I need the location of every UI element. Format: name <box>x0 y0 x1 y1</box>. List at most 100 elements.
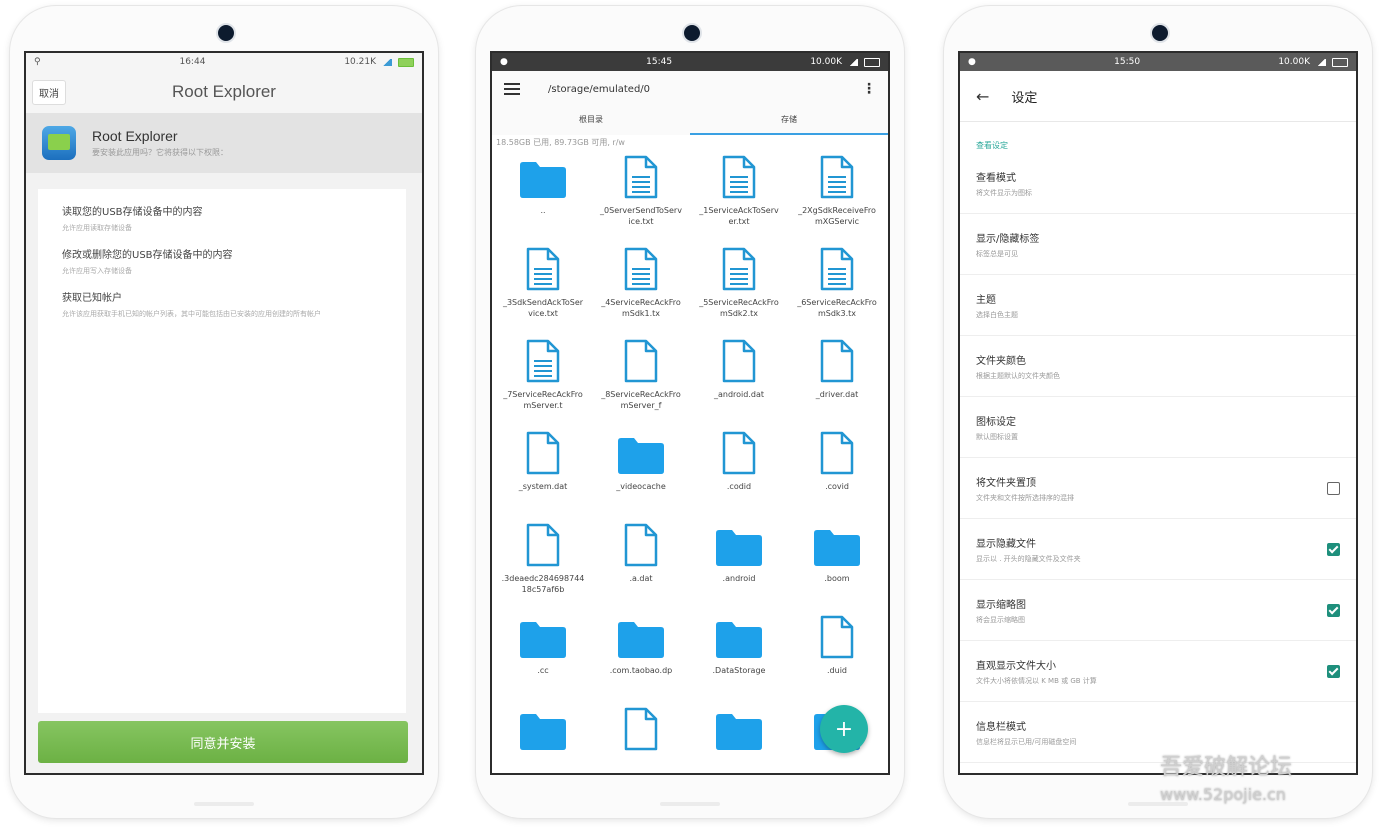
checkbox-checked[interactable] <box>1327 664 1340 678</box>
setting-subtitle: 将会显示缩略图 <box>976 615 1025 624</box>
checkbox-checked[interactable] <box>1327 542 1340 556</box>
text-file-icon <box>623 153 659 199</box>
add-fab-button[interactable]: + <box>820 705 868 753</box>
file-item[interactable]: _system.dat <box>494 427 592 519</box>
setting-text: 将文件夹置顶 文件夹和文件按所选排序的混排 <box>976 474 1327 503</box>
permission-desc: 允许该应用获取手机已知的帐户列表，其中可能包括由已安装的应用创建的所有帐户 <box>62 310 321 318</box>
file-name: _6ServiceRecAckFromSdk3.tx <box>797 298 877 318</box>
file-item[interactable]: .covid <box>788 427 886 519</box>
setting-row[interactable]: 图标设定默认图标设置 <box>960 397 1356 458</box>
setting-text: 主题 选择白色主题 <box>976 291 1340 320</box>
file-item[interactable]: _7ServiceRecAckFromServer.t <box>494 335 592 427</box>
folder-item[interactable]: _videocache <box>592 427 690 519</box>
file-name: _system.dat <box>518 482 568 491</box>
watermark-title: 吾爱破解论坛 <box>1160 755 1293 780</box>
setting-row[interactable]: 直观显示文件大小 文件大小将依情况以 K MB 或 GB 计算 <box>960 641 1356 702</box>
page-title: Root Explorer <box>172 82 276 101</box>
file-item[interactable]: .duid <box>788 611 886 703</box>
status-indicators: 10.00K <box>1278 57 1348 67</box>
file-name: _0ServerSendToService.txt <box>600 206 682 226</box>
permissions-list: 读取您的USB存储设备中的内容 允许应用读取存储设备 修改或删除您的USB存储设… <box>38 189 406 713</box>
overflow-menu-icon[interactable]: ⋮ <box>862 81 876 97</box>
file-icon <box>819 429 855 475</box>
text-file-icon <box>525 245 561 291</box>
folder-item[interactable]: .android <box>690 519 788 611</box>
camera-icon <box>1150 23 1170 43</box>
home-indicator <box>194 802 254 806</box>
signal-icon <box>1316 58 1326 66</box>
folder-item[interactable]: .. <box>494 151 592 243</box>
install-button[interactable]: 同意并安装 <box>38 721 408 763</box>
file-item[interactable]: _8ServiceRecAckFromServer_f <box>592 335 690 427</box>
file-item[interactable]: _android.dat <box>690 335 788 427</box>
phone-file-browser: ● 15:45 10.00K /storage/emulated/0 ⋮ 根目录… <box>476 6 904 818</box>
checkbox-checked[interactable] <box>1327 603 1340 617</box>
tab-storage[interactable]: 存储 <box>690 107 888 135</box>
folder-item[interactable]: .cc <box>494 611 592 703</box>
folder-icon <box>616 429 666 475</box>
folder-item[interactable]: .DataStorage <box>690 611 788 703</box>
file-icon <box>721 337 757 383</box>
signal-icon <box>381 58 392 66</box>
setting-title: 图标设定 <box>976 416 1016 428</box>
file-item[interactable]: _2XgSdkReceiveFromXGServic <box>788 151 886 243</box>
setting-row[interactable]: 显示缩略图 将会显示缩略图 <box>960 580 1356 641</box>
checkbox-unchecked[interactable] <box>1327 481 1340 495</box>
file-item[interactable]: _1ServiceAckToServer.txt <box>690 151 788 243</box>
back-arrow-icon[interactable]: ← <box>976 87 989 106</box>
setting-text: 显示/隐藏标签 标签总是可见 <box>976 230 1340 259</box>
file-item[interactable]: _4ServiceRecAckFromSdk1.tx <box>592 243 690 335</box>
setting-row[interactable]: 将文件夹置顶 文件夹和文件按所选排序的混排 <box>960 458 1356 519</box>
phone-settings: ● 15:50 10.00K ← 设定 查看设定 查看模式 将文件显示为图标 显示/… <box>944 6 1372 818</box>
setting-subtitle: 信息栏将显示已用/可用磁盘空间 <box>976 737 1077 746</box>
setting-text: 直观显示文件大小 文件大小将依情况以 K MB 或 GB 计算 <box>976 657 1327 686</box>
setting-subtitle: 根据主题默认的文件夹颜色 <box>976 371 1060 380</box>
folder-item[interactable] <box>690 703 788 773</box>
setting-row[interactable]: 显示/隐藏标签 标签总是可见 <box>960 214 1356 275</box>
setting-title: 显示隐藏文件 <box>976 538 1036 550</box>
setting-row[interactable]: 查看模式 将文件显示为图标 <box>960 153 1356 214</box>
folder-item[interactable] <box>494 703 592 773</box>
text-file-icon <box>721 245 757 291</box>
file-name: _videocache <box>616 482 666 491</box>
signal-icon <box>848 58 858 66</box>
file-icon <box>623 337 659 383</box>
hamburger-menu-icon[interactable] <box>504 83 520 95</box>
folder-item[interactable]: .boom <box>788 519 886 611</box>
file-icon <box>623 705 659 751</box>
setting-row[interactable]: 主题 选择白色主题 <box>960 275 1356 336</box>
file-item[interactable] <box>592 703 690 773</box>
file-icon <box>525 429 561 475</box>
setting-subtitle: 默认图标设置 <box>976 432 1018 441</box>
file-item[interactable]: _5ServiceRecAckFromSdk2.tx <box>690 243 788 335</box>
setting-row[interactable]: 文件夹颜色 根据主题默认的文件夹颜色 <box>960 336 1356 397</box>
watermark: 吾爱破解论坛 www.52pojie.cn <box>1160 752 1370 806</box>
folder-item[interactable]: .com.taobao.dp <box>592 611 690 703</box>
cancel-button[interactable]: 取消 <box>32 80 66 105</box>
file-item[interactable]: _6ServiceRecAckFromSdk3.tx <box>788 243 886 335</box>
text-file-icon <box>819 245 855 291</box>
file-item[interactable]: .3deaedc28469874418c57af6b <box>494 519 592 611</box>
status-bar: ⚲ 16:44 10.21K <box>26 53 422 71</box>
battery-icon <box>397 57 414 67</box>
battery-icon <box>1332 57 1348 67</box>
setting-text: 信息栏模式 信息栏将显示已用/可用磁盘空间 <box>976 718 1340 747</box>
app-name: Root Explorer <box>92 128 178 144</box>
file-item[interactable]: _3SdkSendAckToService.txt <box>494 243 592 335</box>
file-item[interactable]: .a.dat <box>592 519 690 611</box>
file-item[interactable]: .codid <box>690 427 788 519</box>
status-bar: ● 15:50 10.00K <box>960 53 1356 71</box>
permission-item: 修改或删除您的USB存储设备中的内容 允许应用写入存储设备 <box>38 246 406 277</box>
folder-icon <box>714 613 764 659</box>
current-path: /storage/emulated/0 <box>548 83 651 95</box>
folder-icon <box>518 153 568 199</box>
setting-text: 显示隐藏文件 显示以 . 开头的隐藏文件及文件夹 <box>976 535 1327 564</box>
file-name: .duid <box>827 666 847 675</box>
setting-subtitle: 文件夹和文件按所选排序的混排 <box>976 493 1074 502</box>
permission-title: 修改或删除您的USB存储设备中的内容 <box>62 250 233 261</box>
file-item[interactable]: _0ServerSendToService.txt <box>592 151 690 243</box>
tab-root[interactable]: 根目录 <box>492 107 690 135</box>
text-file-icon <box>623 245 659 291</box>
file-item[interactable]: _driver.dat <box>788 335 886 427</box>
setting-row[interactable]: 显示隐藏文件 显示以 . 开头的隐藏文件及文件夹 <box>960 519 1356 580</box>
